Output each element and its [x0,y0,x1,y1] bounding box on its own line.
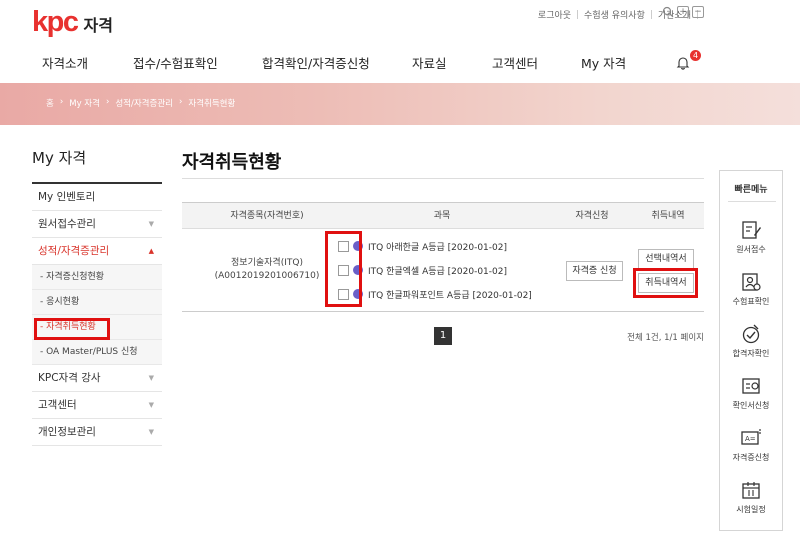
quick-item-schedule[interactable]: 시험일정 [720,479,782,515]
sidebar-item-inventory[interactable]: My 인벤토리 [32,184,162,211]
sidebar-subitem-apply-status[interactable]: - 자격증신청현황 [32,265,162,290]
nav-cert-intro[interactable]: 자격소개 [42,53,88,72]
chevron-right-icon: › [105,97,110,107]
sidebar-item-label: KPC자격 강사 [38,372,101,384]
quick-item-confirmation[interactable]: 확인서신청 [720,375,782,411]
divider [728,201,776,202]
subject-item: ITQ 한글엑셀 A등급 [2020-01-02] [338,263,507,277]
breadcrumb-current: 자격취득현황 [188,99,236,109]
nav-registration[interactable]: 접수/수험표확인 [133,53,218,72]
certificate-icon [742,378,760,394]
quick-item-license[interactable]: A= 자격증신청 [720,427,782,463]
nav-my-cert[interactable]: My 자격 [581,53,626,72]
svg-text:A=: A= [745,435,756,443]
quick-item-label: 원서접수 [736,245,766,254]
sidebar-item-privacy[interactable]: 개인정보관리 ▼ [32,419,162,446]
calendar-icon [742,482,760,499]
highlight-box [325,231,362,307]
chevron-down-icon: ▼ [148,220,154,228]
examinee-notice-link[interactable]: 수험생 유의사항 [584,8,645,21]
quick-menu-title: 빠른메뉴 [734,185,768,195]
sidebar-item-registration[interactable]: 원서접수관리 ▼ [32,211,162,238]
chevron-down-icon: ▼ [148,374,154,382]
breadcrumb-my-cert[interactable]: My 자격 [69,97,100,109]
zoom-out-icon[interactable]: − [692,6,704,18]
bell-icon[interactable] [676,56,690,70]
breadcrumb-home[interactable]: 홈 [46,97,54,109]
sidebar-title: My 자격 [32,149,87,167]
divider [650,10,652,19]
subject-item: ITQ 아래한글 A등급 [2020-01-02] [338,239,507,253]
id-card-icon [742,273,761,291]
pencil-form-icon [742,221,761,239]
search-icon[interactable] [662,6,674,18]
quick-item-registration[interactable]: 원서접수 [720,219,782,255]
quick-item-label: 수험표확인 [732,297,770,306]
highlight-box [34,318,110,340]
quick-menu: 빠른메뉴 원서접수 수험표확인 합격자확인 확인서신청 A= 자격증신청 시험일… [719,170,783,531]
subject-label: ITQ 한글파워포인트 A등급 [2020-01-02] [368,290,532,301]
subject-label: ITQ 아래한글 A등급 [2020-01-02] [368,242,507,253]
sidebar-item-instructor[interactable]: KPC자격 강사 ▼ [32,365,162,392]
sidebar-item-label: 개인정보관리 [38,426,96,438]
nav-customer-center[interactable]: 고객센터 [492,53,538,72]
notification-badge: 4 [690,50,701,61]
quick-item-label: 시험일정 [736,505,766,514]
sidebar-item-score-cert[interactable]: 성적/자격증관리 ▲ [32,238,162,265]
table-header: 자격종목(자격번호) 과목 자격신청 취득내역 [182,202,704,229]
page-title: 자격취득현황 [182,152,282,173]
quick-item-label: 합격자확인 [732,349,770,358]
utility-icons: + − [662,6,704,18]
page-number-button[interactable]: 1 [434,327,452,345]
quick-item-label: 자격증신청 [732,453,770,462]
quick-item-ticket[interactable]: 수험표확인 [720,271,782,307]
nav-resources[interactable]: 자료실 [412,53,447,72]
medal-icon [742,324,760,344]
nav-pass-check[interactable]: 합격확인/자격증신청 [262,53,370,72]
breadcrumb-score-cert[interactable]: 성적/자격증관리 [115,97,173,109]
sidebar-item-customer[interactable]: 고객센터 ▼ [32,392,162,419]
sidebar-subitem-exam-status[interactable]: - 응시현황 [32,290,162,315]
chevron-down-icon: ▼ [148,401,154,409]
column-header: 과목 [433,211,451,221]
subject-item: ITQ 한글파워포인트 A등급 [2020-01-02] [338,287,532,301]
quick-item-label: 확인서신청 [732,401,770,410]
cert-apply-button[interactable]: 자격증 신청 [566,261,623,281]
total-count: 전체 1건, 1/1 페이지 [627,333,704,343]
chevron-up-icon: ▲ [148,247,154,255]
sidebar-item-label: 고객센터 [38,399,77,411]
column-header: 취득내역 [651,211,685,221]
logo-text: 자격 [83,16,113,35]
zoom-in-icon[interactable]: + [677,6,689,18]
sidebar-item-label: 원서접수관리 [38,218,96,230]
column-header: 자격신청 [575,211,609,221]
logo-mark: kpc [32,6,79,38]
chevron-right-icon: › [178,97,183,107]
chevron-down-icon: ▼ [148,428,154,436]
sidebar: My 인벤토리 원서접수관리 ▼ 성적/자격증관리 ▲ - 자격증신청현황 - 응시… [32,184,162,446]
divider [182,178,704,179]
kpc-logo[interactable]: kpc 자격 [32,6,113,38]
sidebar-subitem-oa-master[interactable]: - OA Master/PLUS 신청 [32,340,162,365]
license-card-icon: A= [741,429,761,445]
sidebar-item-label: 성적/자격증관리 [38,245,110,257]
subject-label: ITQ 한글엑셀 A등급 [2020-01-02] [368,266,507,277]
sidebar-item-label: My 인벤토리 [38,191,96,203]
quick-item-pass-check[interactable]: 합격자확인 [720,323,782,359]
select-history-button[interactable]: 선택내역서 [638,249,694,269]
logout-link[interactable]: 로그아웃 [538,8,571,21]
divider [577,10,579,19]
highlight-box [633,268,698,298]
chevron-right-icon: › [59,97,64,107]
breadcrumb: 홈 › My 자격 › 성적/자격증관리 › 자격취득현황 [46,97,235,109]
column-header: 자격종목(자격번호) [230,211,304,221]
